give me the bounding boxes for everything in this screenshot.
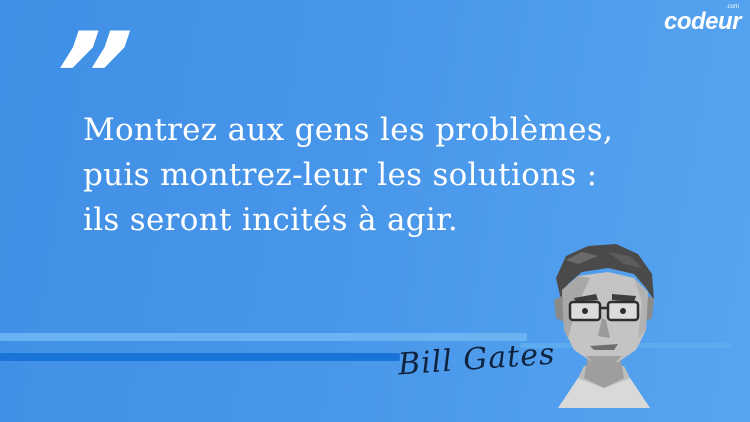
- brand-logo-suffix: .com: [726, 4, 740, 10]
- brand-logo: codeur: [664, 8, 742, 35]
- decorative-stripe-dark: [0, 353, 400, 361]
- decorative-stripe-light: [0, 333, 527, 341]
- portrait-illustration: [554, 244, 654, 408]
- author-signature: Bill Gates: [396, 336, 557, 383]
- quote-card: ” codeur .com Montrez aux gens les probl…: [0, 0, 750, 422]
- quote-line-2: puis montrez-leur les solutions :: [83, 157, 598, 193]
- quote-line-3: ils seront incités à agir.: [83, 202, 458, 238]
- quote-text: Montrez aux gens les problèmes, puis mon…: [83, 108, 683, 243]
- quote-line-1: Montrez aux gens les problèmes,: [83, 112, 614, 148]
